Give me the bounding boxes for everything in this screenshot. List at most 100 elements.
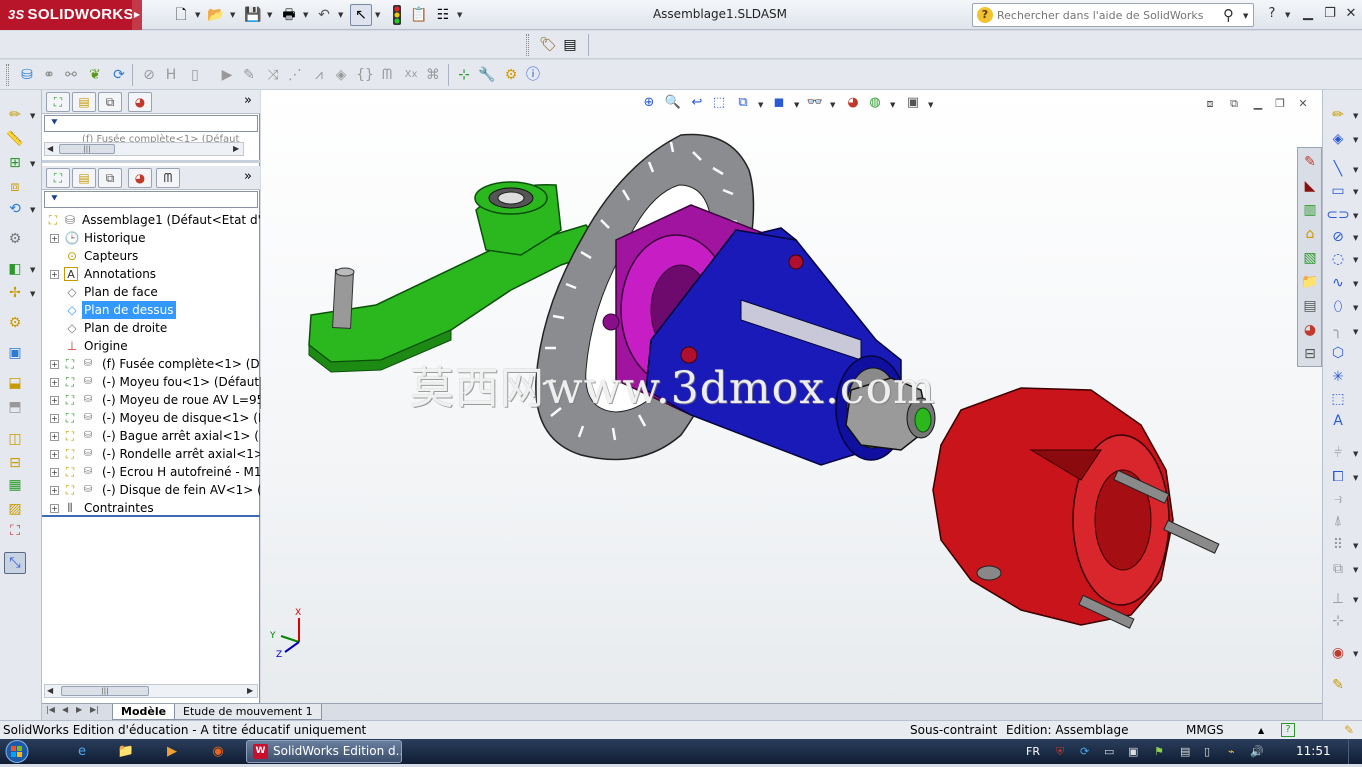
sketch-right-icon[interactable]: ✏ <box>1327 104 1349 126</box>
tray-network-icon[interactable]: ▣ <box>1128 739 1138 764</box>
print-icon[interactable]: 🖶 <box>278 4 300 26</box>
feature-icon[interactable]: ◧ <box>4 258 26 280</box>
scrollbar-thumb[interactable]: ||| <box>61 686 149 696</box>
rectangle-icon[interactable]: ▭ <box>1327 180 1349 202</box>
tray-flag-icon[interactable]: ⚑ <box>1154 739 1164 764</box>
help-search-box[interactable]: ? ⚲ ▼ <box>972 3 1254 27</box>
assembly-sub-icon[interactable]: ▣ <box>4 342 26 364</box>
chevron-down-icon[interactable]: ▼ <box>794 101 799 109</box>
tab-motion-study[interactable]: Etude de mouvement 1 <box>174 704 322 720</box>
scrollbar-thumb[interactable]: ||| <box>59 144 115 154</box>
chevron-down-icon[interactable]: ▼ <box>1353 166 1358 174</box>
snapshot-icon[interactable]: ⊹ <box>453 64 475 86</box>
measure-icon[interactable]: ⤡ <box>4 552 26 574</box>
chevron-down-icon[interactable]: ▼ <box>758 101 763 109</box>
horizontal-scrollbar-bottom[interactable]: ◀ ||| ▶ <box>44 684 258 698</box>
chevron-down-icon[interactable]: ▼ <box>1353 566 1358 574</box>
xpert-icon[interactable]: Xx <box>400 64 422 86</box>
insert-component-icon[interactable]: ⛁ <box>16 64 38 86</box>
smart-dimension-icon[interactable]: 📏 <box>4 128 26 150</box>
chevron-down-icon[interactable]: ▼ <box>303 11 308 19</box>
ellipse-icon[interactable]: ⬯ <box>1327 296 1349 318</box>
help-search-input[interactable] <box>997 7 1217 23</box>
tray-antivirus-icon[interactable]: ⛨ <box>1056 739 1064 764</box>
point-icon[interactable]: ✳ <box>1327 366 1349 388</box>
tree-item-front-plane[interactable]: ◇ Plan de face <box>42 283 260 301</box>
splitter[interactable] <box>42 160 260 163</box>
axis-insert-icon[interactable]: ⬒ <box>4 396 26 418</box>
chevron-down-icon[interactable]: ▼ <box>1353 188 1358 196</box>
polygon-icon[interactable]: ⬡ <box>1327 342 1349 364</box>
dimension-right-icon[interactable]: ◈ <box>1327 128 1349 150</box>
trim-icon[interactable]: ⫩ <box>1327 442 1349 464</box>
gear-component-icon[interactable]: ⚙ <box>4 312 26 334</box>
tag-properties-icon[interactable]: 🏷 <box>537 34 559 56</box>
filter-box-bottom[interactable]: ⯆ <box>44 191 258 208</box>
routing-icon[interactable]: ▦ <box>4 474 26 496</box>
select-cursor-icon[interactable]: ↖ <box>350 4 372 26</box>
close-window-icon[interactable]: ✕ <box>1341 5 1361 23</box>
expand-icon[interactable]: + <box>50 378 59 387</box>
minimize-window-icon[interactable]: ▁ <box>1298 5 1318 23</box>
tray-battery-icon[interactable]: ▯ <box>1204 739 1210 764</box>
zoom-to-fit-icon[interactable]: ⊕ <box>640 94 658 112</box>
restore-window-icon[interactable]: ❐ <box>1320 5 1340 23</box>
scroll-right-icon[interactable]: ▶ <box>247 685 253 697</box>
offset-icon[interactable]: ⥽ <box>1327 488 1349 510</box>
expand-icon[interactable]: + <box>50 432 59 441</box>
chevron-down-icon[interactable]: ▼ <box>1353 304 1358 312</box>
expand-icon[interactable]: + <box>50 234 59 243</box>
instant-sketch-icon[interactable]: ✎ <box>1327 674 1349 696</box>
start-button[interactable] <box>2 739 46 764</box>
viewport-close-icon[interactable]: ✕ <box>1294 95 1312 113</box>
slot-icon[interactable]: ⊂⊃ <box>1326 204 1349 226</box>
expand-icon[interactable]: + <box>50 450 59 459</box>
previous-view-icon[interactable]: ↩ <box>688 94 706 112</box>
chevron-down-icon[interactable]: ▼ <box>1285 11 1290 19</box>
chevron-down-icon[interactable]: ▼ <box>195 11 200 19</box>
tree-component[interactable]: + ⛶ ⛁ (-) Moyeu de roue AV L=95<1 <box>42 391 260 409</box>
internet-explorer-icon[interactable]: e <box>72 742 92 762</box>
exploded-view-icon[interactable]: ⤨ <box>262 64 284 86</box>
expand-icon[interactable]: + <box>50 360 59 369</box>
search-home-icon[interactable]: ⌂ <box>1299 223 1321 245</box>
assembly-visualization-icon[interactable]: ᗰ <box>376 64 398 86</box>
tree-root-assembly[interactable]: ⛶ ⛁ Assemblage1 (Défaut<Etat d'affic <box>42 211 260 229</box>
rebuild-traffic-light-icon[interactable] <box>386 4 408 26</box>
chevron-down-icon[interactable]: ▼ <box>1353 256 1358 264</box>
scroll-left-icon[interactable]: ◀ <box>47 685 53 697</box>
status-help-icon[interactable]: ? <box>1281 723 1295 737</box>
view-settings-icon[interactable]: ▣ <box>904 94 922 112</box>
tab-display-manager[interactable]: ◕ <box>128 168 152 188</box>
tree-item-right-plane[interactable]: ◇ Plan de droite <box>42 319 260 337</box>
file-explorer-icon[interactable]: ▥ <box>1299 199 1321 221</box>
chevron-down-icon[interactable]: ▼ <box>1353 542 1358 550</box>
save-icon[interactable]: 💾 <box>242 4 264 26</box>
chevron-down-icon[interactable]: ▼ <box>30 266 35 274</box>
toolbox-icon[interactable]: ⛶ <box>4 520 26 542</box>
solidworks-logo[interactable]: 3S SOLIDWORKS <box>0 0 134 30</box>
chevron-down-icon[interactable]: ▼ <box>375 11 380 19</box>
circle-icon[interactable]: ⊘ <box>1327 226 1349 248</box>
fillet-icon[interactable]: ╮ <box>1327 320 1349 342</box>
display-style-icon[interactable]: ◼ <box>770 94 788 112</box>
tree-component[interactable]: + ⛶ ⛁ (-) Rondelle arrêt axial<1> (Dé <box>42 445 260 463</box>
help-icon[interactable]: ⓘ <box>522 64 544 86</box>
expand-panel-icon[interactable]: » <box>244 169 252 184</box>
convert-entities-icon[interactable]: ⧠ <box>1327 466 1349 488</box>
tray-volume-icon[interactable]: 🔊 <box>1250 739 1264 764</box>
tab-scroll-first-icon[interactable]: |◀ <box>46 705 55 714</box>
expand-icon[interactable]: + <box>50 396 59 405</box>
chevron-down-icon[interactable]: ▼ <box>1353 234 1358 242</box>
clearance-verification-icon[interactable]: ◈ <box>330 64 352 86</box>
tab-property-manager[interactable]: ▤ <box>72 168 96 188</box>
expand-panel-icon[interactable]: » <box>244 93 252 108</box>
tree-component[interactable]: + ⛶ ⛁ (-) Moyeu de disque<1> (Défa <box>42 409 260 427</box>
viewport-minimize-icon[interactable]: ▁ <box>1249 95 1267 113</box>
tree-component[interactable]: + ⛶ ⛁ (-) Moyeu fou<1> (Défaut<Et <box>42 373 260 391</box>
expand-icon[interactable]: + <box>50 414 59 423</box>
tab-model[interactable]: Modèle <box>112 704 176 720</box>
tray-sync-icon[interactable]: ⟳ <box>1080 739 1089 764</box>
reference-geometry-icon[interactable]: ▯ <box>184 64 206 86</box>
horizontal-scrollbar-top[interactable]: ◀ ||| ▶ <box>44 142 244 156</box>
